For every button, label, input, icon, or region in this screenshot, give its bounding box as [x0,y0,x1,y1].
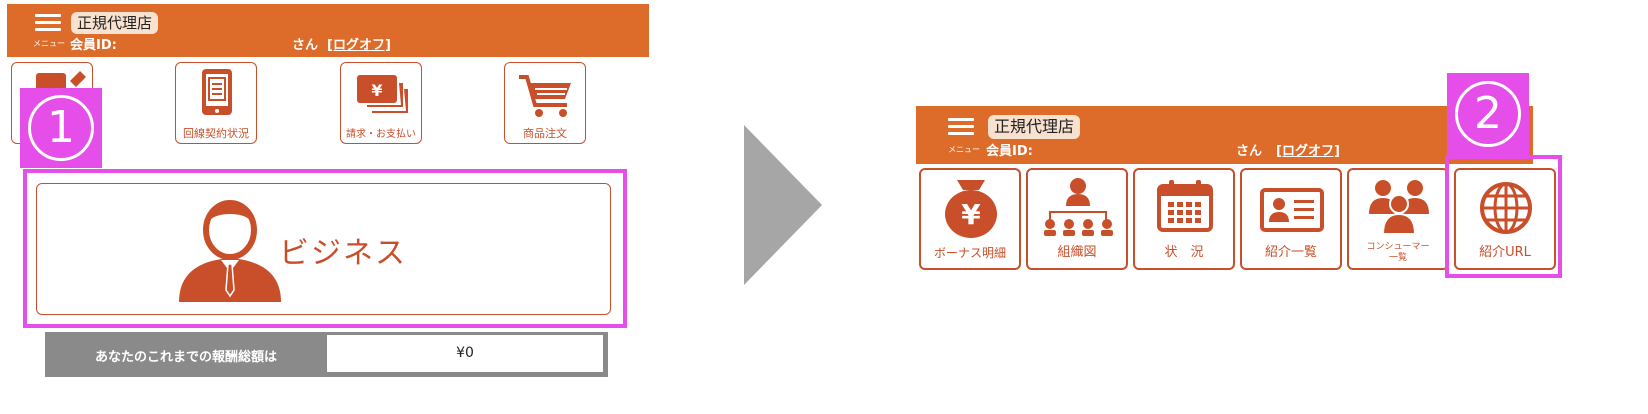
tile-label-line1: コンシューマー [1366,242,1430,252]
id-card-icon [1260,188,1324,232]
svg-text:¥: ¥ [961,198,981,231]
menu-icon[interactable] [948,118,974,136]
tile-label: 請求・お支払い [346,129,416,140]
tile-consumer-list[interactable]: コンシューマー 一覧 [1347,168,1449,270]
tile-referral-list[interactable]: 紹介一覧 [1240,168,1342,270]
member-id-label: 会員ID: [70,38,117,53]
business-button[interactable]: ビジネス [36,183,611,315]
cart-icon [519,75,571,117]
highlight-frame-2 [1445,155,1562,278]
total-earnings-bar: あなたのこれまでの報酬総額は ¥0 [45,332,608,377]
left-header: メニュー 正規代理店 会員ID: さん [ログオフ] [7,4,649,57]
business-button-label: ビジネス [279,236,407,271]
tile-label: 回線契約状況 [183,127,249,140]
logoff-link[interactable]: [ログオフ] [327,34,391,53]
yen-money-icon: ¥ [357,75,408,113]
tile-label: 紹介一覧 [1264,245,1317,260]
san-label: さん [292,38,319,53]
shop-badge: 正規代理店 [988,115,1081,139]
calendar-icon [1157,180,1213,232]
menu-label: メニュー [33,39,65,48]
svg-text:¥: ¥ [371,81,382,100]
menu-icon[interactable] [35,14,61,32]
businessman-icon [179,200,281,302]
san-label: さん [1236,144,1263,159]
total-earnings-label: あなたのこれまでの報酬総額は [94,350,277,365]
tile-label: 状 況 [1164,245,1204,260]
total-earnings-value-box: ¥0 [327,335,603,372]
shop-badge: 正規代理店 [71,12,159,34]
tile-bonus[interactable]: ¥ ボーナス明細 [919,168,1021,270]
group-icon [1369,180,1429,235]
tile-label-line2: 一覧 [1388,253,1407,263]
tablet-document-icon [202,69,232,115]
tile-org-chart[interactable]: 組織図 [1026,168,1128,270]
tile-status[interactable]: 状 況 [1133,168,1235,270]
right-header: メニュー 正規代理店 会員ID: さん [ログオフ] [916,106,1533,164]
org-chart-icon [1044,178,1113,236]
logoff-link[interactable]: [ログオフ] [1276,140,1340,159]
yen-bag-icon: ¥ [945,180,997,238]
menu-label: メニュー [948,145,980,154]
tile-label: ボーナス明細 [933,246,1006,260]
tile-label: 商品注文 [523,127,567,140]
tile-line-contract[interactable]: 回線契約状況 [175,62,257,144]
step-marker-1: 1 [20,88,102,168]
next-arrow-icon [744,125,822,285]
total-earnings-value: ¥0 [456,345,474,361]
tile-order[interactable]: 商品注文 [504,62,586,144]
tile-billing[interactable]: ¥ 請求・お支払い [340,62,422,144]
tile-label: 組織図 [1057,245,1097,260]
step-marker-2: 2 [1447,73,1529,155]
member-id-label: 会員ID: [986,144,1033,159]
